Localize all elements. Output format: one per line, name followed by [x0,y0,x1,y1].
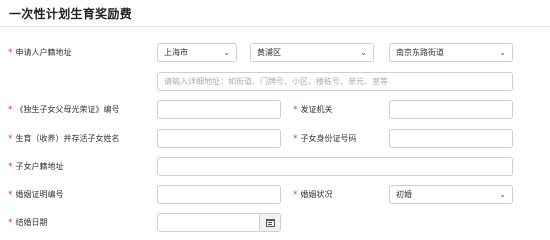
required-mark: * [293,190,298,200]
child-id-label: * 子女身份证号码 [293,134,357,144]
child-address-label-text: 子女户籍地址 [15,162,64,171]
chevron-down-icon: ⌄ [499,190,506,199]
child-address-input[interactable] [157,157,513,176]
child-name-input[interactable] [157,129,281,148]
issuer-label: * 发证机关 [293,105,333,115]
marital-status-value: 初婚 [396,190,412,199]
detail-address-input[interactable]: 请输入详细地址：如街道、门牌号、小区、楼栋号、单元、室等 [157,72,513,91]
marriage-date-label: * 结婚日期 [8,218,48,228]
required-mark: * [8,190,13,200]
child-id-label-text: 子女身份证号码 [300,134,357,143]
city-select[interactable]: 上海市 ⌄ [157,43,237,62]
marital-status-label-text: 婚姻状况 [300,190,333,199]
required-mark: * [8,48,13,58]
chevron-down-icon: ⌄ [499,48,506,57]
cert-no-label-text: 《独生子女父母光荣证》编号 [15,105,120,114]
required-mark: * [8,218,13,228]
street-select[interactable]: 南京东路街道 ⌄ [389,43,513,62]
issuer-input[interactable] [389,100,513,119]
required-mark: * [293,105,298,115]
marriage-date-input[interactable] [157,213,260,232]
required-mark: * [8,162,13,172]
child-name-label-text: 生育（收养）并存活子女姓名 [15,134,120,143]
chevron-down-icon: ⌄ [360,48,367,57]
child-name-label: * 生育（收养）并存活子女姓名 [8,134,120,144]
title-divider [0,26,550,27]
required-mark: * [8,134,13,144]
marital-status-select[interactable]: 初婚 ⌄ [389,185,513,204]
city-value: 上海市 [164,48,188,57]
district-select[interactable]: 黄浦区 ⌄ [250,43,374,62]
calendar-button[interactable] [259,213,281,232]
marriage-cert-input[interactable] [157,185,281,204]
marital-status-label: * 婚姻状况 [293,190,333,200]
required-mark: * [293,134,298,144]
street-value: 南京东路街道 [396,48,444,57]
cert-no-label: * 《独生子女父母光荣证》编号 [8,105,120,115]
child-address-label: * 子女户籍地址 [8,162,64,172]
child-id-input[interactable] [389,129,513,148]
required-mark: * [8,105,13,115]
marriage-date-label-text: 结婚日期 [15,218,48,227]
cert-no-input[interactable] [157,100,281,119]
address-label: * 申请人户籍地址 [8,48,72,58]
marriage-cert-label-text: 婚姻证明编号 [15,190,64,199]
marriage-cert-label: * 婚姻证明编号 [8,190,64,200]
address-label-text: 申请人户籍地址 [15,48,72,57]
chevron-down-icon: ⌄ [223,48,230,57]
district-value: 黄浦区 [257,48,281,57]
issuer-label-text: 发证机关 [300,105,333,114]
calendar-icon [265,218,275,227]
section-title: 一次性计划生育奖励费 [9,7,133,21]
